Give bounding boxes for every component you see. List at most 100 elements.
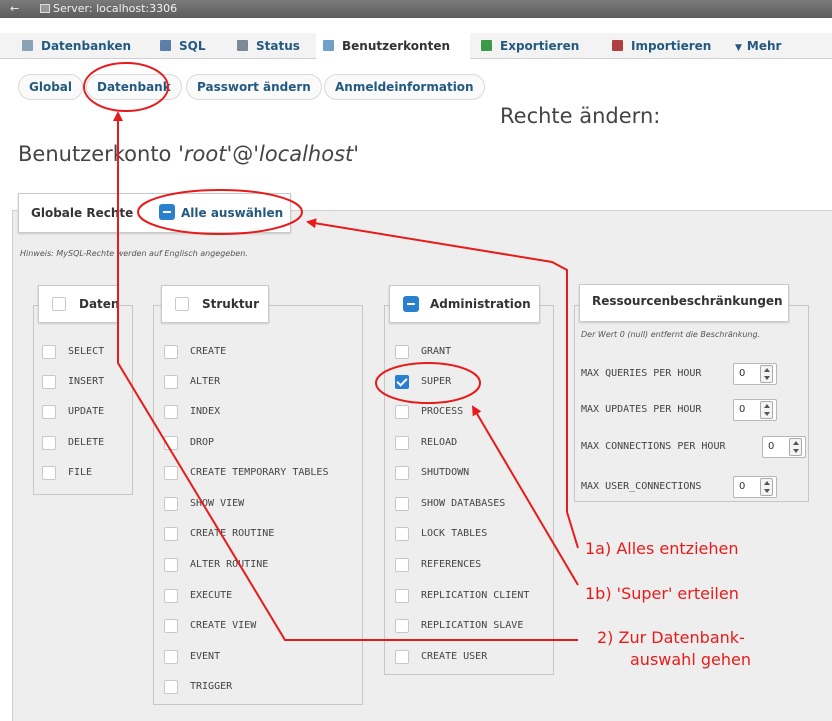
checkbox[interactable] xyxy=(395,558,409,572)
tab-exportieren[interactable]: Exportieren xyxy=(481,33,579,59)
resource-limits-note: Der Wert 0 (null) entfernt die Beschränk… xyxy=(581,330,761,339)
checkbox[interactable] xyxy=(164,680,178,694)
checkbox[interactable] xyxy=(164,436,178,450)
checkbox[interactable] xyxy=(42,466,56,480)
privilege-label: EXECUTE xyxy=(190,590,233,601)
privilege-label: ALTER xyxy=(190,376,221,387)
privilege-label: SUPER xyxy=(421,376,452,387)
export-icon xyxy=(481,40,492,51)
users-icon xyxy=(323,40,334,51)
checkbox[interactable] xyxy=(42,405,56,419)
resource-label-max-queries: MAX QUERIES PER HOUR xyxy=(581,368,702,379)
tab-mehr[interactable]: ▼ Mehr xyxy=(735,33,781,59)
select-all-checkbox[interactable] xyxy=(159,204,175,220)
checkbox[interactable] xyxy=(42,436,56,450)
checkbox[interactable] xyxy=(395,619,409,633)
checkbox[interactable] xyxy=(164,650,178,664)
privilege-label: CREATE VIEW xyxy=(190,620,257,631)
group-administration-checkbox[interactable] xyxy=(403,296,419,312)
checkbox[interactable] xyxy=(164,619,178,633)
privilege-label: RELOAD xyxy=(421,437,458,448)
page-title: Rechte ändern: xyxy=(500,104,661,128)
tab-label: SQL xyxy=(179,39,206,53)
subtab-datenbank[interactable]: Datenbank xyxy=(86,74,182,100)
tab-importieren[interactable]: Importieren xyxy=(612,33,711,59)
group-struktur xyxy=(153,305,363,705)
tab-label: Importieren xyxy=(631,39,712,53)
subtab-anmeldeinformation[interactable]: Anmeldeinformation xyxy=(324,74,485,100)
tab-label: Exportieren xyxy=(500,39,580,53)
server-label[interactable]: Server: localhost:3306 xyxy=(53,0,177,18)
privilege-label: LOCK TABLES xyxy=(421,528,488,539)
checkbox[interactable] xyxy=(42,375,56,389)
privilege-label: FILE xyxy=(68,467,93,478)
checkbox[interactable] xyxy=(164,345,178,359)
checkbox[interactable] xyxy=(395,345,409,359)
checkbox[interactable] xyxy=(164,466,178,480)
tab-label: Benutzerkonten xyxy=(342,39,451,53)
checkbox[interactable] xyxy=(42,345,56,359)
annotation-datenbank-line2: auswahl gehen xyxy=(630,650,751,669)
back-arrow-icon[interactable]: ← xyxy=(10,0,19,18)
privilege-label: REFERENCES xyxy=(421,559,482,570)
subtab-global[interactable]: Global xyxy=(18,74,84,100)
tab-status[interactable]: Status xyxy=(237,33,300,59)
account-separator: '@' xyxy=(226,142,259,166)
group-struktur-checkbox[interactable] xyxy=(175,297,189,311)
privilege-label: DROP xyxy=(190,437,215,448)
checkbox[interactable] xyxy=(164,558,178,572)
privilege-label: REPLICATION CLIENT xyxy=(421,590,530,601)
subtab-passwort-aendern[interactable]: Passwort ändern xyxy=(186,74,322,100)
checkbox[interactable] xyxy=(164,405,178,419)
group-daten-title: Daten xyxy=(79,297,118,311)
privilege-label: CREATE xyxy=(190,346,227,357)
tab-sql[interactable]: SQL xyxy=(160,33,206,59)
resource-label-max-connections: MAX CONNECTIONS PER HOUR xyxy=(581,441,726,452)
account-prefix: Benutzerkonto ' xyxy=(18,142,184,166)
checkbox[interactable] xyxy=(164,375,178,389)
resource-label-max-updates: MAX UPDATES PER HOUR xyxy=(581,404,702,415)
checkbox[interactable] xyxy=(164,497,178,511)
privilege-label: SHOW DATABASES xyxy=(421,498,506,509)
server-icon xyxy=(40,4,50,13)
privilege-label: REPLICATION SLAVE xyxy=(421,620,524,631)
annotation-super-erteilen: 1b) 'Super' erteilen xyxy=(585,584,739,603)
checkbox[interactable] xyxy=(395,436,409,450)
checkbox[interactable] xyxy=(164,527,178,541)
group-daten-checkbox[interactable] xyxy=(52,297,66,311)
max-queries-spinner[interactable] xyxy=(760,365,773,383)
group-daten-legend: Daten xyxy=(38,285,118,323)
checkbox[interactable] xyxy=(395,650,409,664)
privilege-label: INSERT xyxy=(68,376,105,387)
privilege-label: GRANT xyxy=(421,346,452,357)
checkbox[interactable] xyxy=(395,466,409,480)
max-user-connections-spinner[interactable] xyxy=(760,478,773,496)
database-icon xyxy=(22,40,33,51)
checkbox[interactable] xyxy=(164,589,178,603)
tab-benutzerkonten[interactable]: Benutzerkonten xyxy=(316,33,470,59)
max-updates-spinner[interactable] xyxy=(760,401,773,419)
privilege-label: ALTER ROUTINE xyxy=(190,559,269,570)
account-suffix: ' xyxy=(353,142,360,166)
checkbox[interactable] xyxy=(395,589,409,603)
select-all-label[interactable]: Alle auswählen xyxy=(181,206,283,220)
privilege-label: CREATE TEMPORARY TABLES xyxy=(190,467,329,478)
privileges-hint: Hinweis: MySQL-Rechte werden auf Englisc… xyxy=(20,249,248,258)
annotation-alles-entziehen: 1a) Alles entziehen xyxy=(585,539,739,558)
checkbox[interactable] xyxy=(395,405,409,419)
tab-label: Datenbanken xyxy=(41,39,132,53)
checkbox[interactable] xyxy=(395,497,409,511)
privilege-label: CREATE USER xyxy=(421,651,488,662)
top-navigation: Datenbanken SQL Status Benutzerkonten Ex… xyxy=(0,33,832,59)
privilege-label: PROCESS xyxy=(421,406,464,417)
checkbox[interactable] xyxy=(395,527,409,541)
privilege-label: CREATE ROUTINE xyxy=(190,528,275,539)
tab-label: Mehr xyxy=(746,39,782,53)
status-icon xyxy=(237,40,248,51)
max-connections-spinner[interactable] xyxy=(789,438,802,456)
checkbox-checked[interactable] xyxy=(395,375,409,389)
account-heading: Benutzerkonto 'root'@'localhost' xyxy=(18,142,359,166)
privilege-label: TRIGGER xyxy=(190,681,233,692)
tab-datenbanken[interactable]: Datenbanken xyxy=(22,33,131,59)
privilege-label: INDEX xyxy=(190,406,221,417)
